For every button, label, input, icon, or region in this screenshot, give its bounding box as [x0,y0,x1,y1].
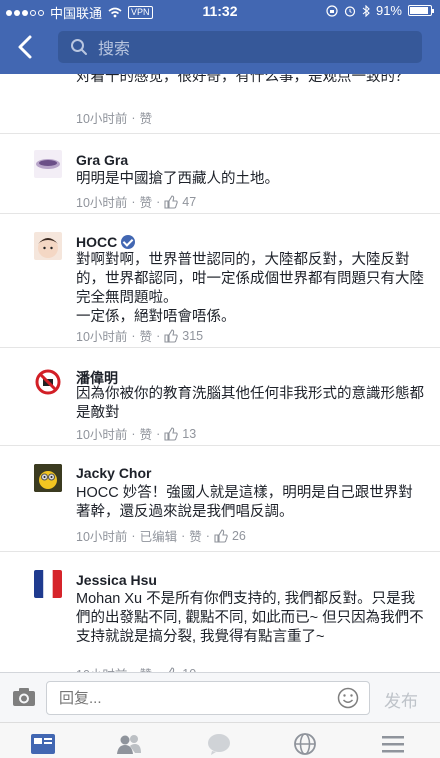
like-count[interactable]: 26 [232,529,246,543]
commenter-name[interactable]: Jessica Hsu [76,572,157,588]
search-placeholder: 搜索 [98,41,131,58]
comment-time: 10小时前 [76,112,128,126]
comment-meta: 10小时前 · 赞 · 47 [76,192,196,211]
commenter-name[interactable]: Jacky Chor [76,465,151,481]
reply-composer: 发布 [0,672,440,722]
back-arrow-icon[interactable] [14,34,38,60]
avatar[interactable] [34,232,62,260]
avatar[interactable] [34,368,62,396]
news-feed-icon[interactable] [30,733,56,755]
like-count[interactable]: 315 [182,329,203,343]
comment-item: 潘偉明 因為你被你的教育洗腦其他任何非我形式的意識形態都是敵對 10小时前 · … [0,348,440,446]
emoji-icon[interactable] [337,687,359,709]
avatar[interactable] [34,150,62,178]
thumbs-up-icon [164,194,178,209]
edited-label: 已编辑 [139,530,178,544]
comment-feed[interactable]: 对着十的感觉，很好奇，有什么事，是观点一致的？ 10小时前 · 赞 Gra Gr… [0,74,440,672]
post-button[interactable]: 发布 [384,687,418,712]
comment-time: 10小时前 [76,196,128,210]
comment-text: Mohan Xu 不是所有你們支持的, 我們都反對。只是我們的出發點不同, 觀點… [76,591,424,645]
menu-icon[interactable] [380,733,406,755]
search-icon [71,39,87,55]
battery-percent: 91% [375,3,402,18]
avatar[interactable] [34,464,62,492]
commenter-name[interactable]: Gra Gra [76,152,128,168]
like-count[interactable]: 13 [182,427,196,441]
avatar[interactable] [34,570,62,598]
friend-requests-icon[interactable] [116,733,142,755]
status-bar: 中国联通 VPN 11:32 91% [0,0,440,22]
comment-text: 因為你被你的教育洗腦其他任何非我形式的意識形態都是敵對 [76,386,424,421]
thumbs-up-icon [214,528,228,543]
comment-time: 10小时前 [76,530,128,544]
comment-text: 明明是中國搶了西藏人的土地。 [76,171,279,187]
camera-icon[interactable] [12,687,36,707]
comment-text: 对着十的感觉，很好奇，有什么事，是观点一致的？ [76,74,410,85]
comment-text: HOCC 妙答！強國人就是這樣，明明是自己跟世界對著幹，還反過來說是我們唱反調。 [76,485,413,520]
comment-item: HOCC 對啊對啊，世界普世認同的，大陸都反對，大陸反對的，世界都認同，咁一定係… [0,214,440,348]
like-link[interactable]: 赞 [140,108,153,127]
messenger-icon[interactable] [206,733,232,755]
tab-bar [0,722,440,758]
notifications-globe-icon[interactable] [292,733,318,755]
commenter-name[interactable]: HOCC [76,234,136,250]
comment-time: 10小时前 [76,330,128,344]
thumbs-up-icon [164,426,178,441]
comment-time: 10小时前 [76,664,127,672]
verified-badge-icon [121,235,136,249]
comment-item: Jacky Chor HOCC 妙答！強國人就是這樣，明明是自己跟世界對著幹，還… [0,446,440,552]
reply-input[interactable] [47,682,327,714]
battery-icon [408,5,434,16]
comment-item: Jessica Hsu Mohan Xu 不是所有你們支持的, 我們都反對。只是… [0,552,440,672]
comment-meta: 10小时前 · 已编辑 · 赞 · 26 [76,526,246,545]
like-link[interactable]: 赞 [140,192,153,211]
like-count[interactable]: 47 [182,195,196,209]
top-bar: 中国联通 VPN 11:32 91% 搜索 [0,0,440,74]
thumbs-up-icon [164,328,178,343]
comment-meta: 10小时前 · 赞 · 13 [76,424,196,443]
comment-item: 对着十的感觉，很好奇，有什么事，是观点一致的？ 10小时前 · 赞 [0,74,440,134]
comment-time: 10小时前 [76,428,128,442]
comment-meta: 10小时前 · 赞 · 315 [76,326,203,345]
bluetooth-icon [362,4,370,17]
rotation-lock-icon [326,4,338,17]
comment-meta: 10小时前 · 赞 [76,108,152,127]
like-link[interactable]: 赞 [189,526,202,545]
comment-text: 對啊對啊，世界普世認同的，大陸都反對，大陸反對的，世界都認同，咁一定係成個世界都… [76,252,424,325]
reply-box[interactable] [46,681,370,715]
comment-meta: 10小时前 · 赞 · 10 [76,664,196,672]
search-bar[interactable]: 搜索 [58,31,422,63]
like-link[interactable]: 赞 [140,424,153,443]
like-link[interactable]: 赞 [140,326,153,345]
alarm-icon [344,5,356,17]
comment-item: Gra Gra 明明是中國搶了西藏人的土地。 10小时前 · 赞 · 47 [0,134,440,214]
like-link[interactable]: 赞 [140,664,153,672]
